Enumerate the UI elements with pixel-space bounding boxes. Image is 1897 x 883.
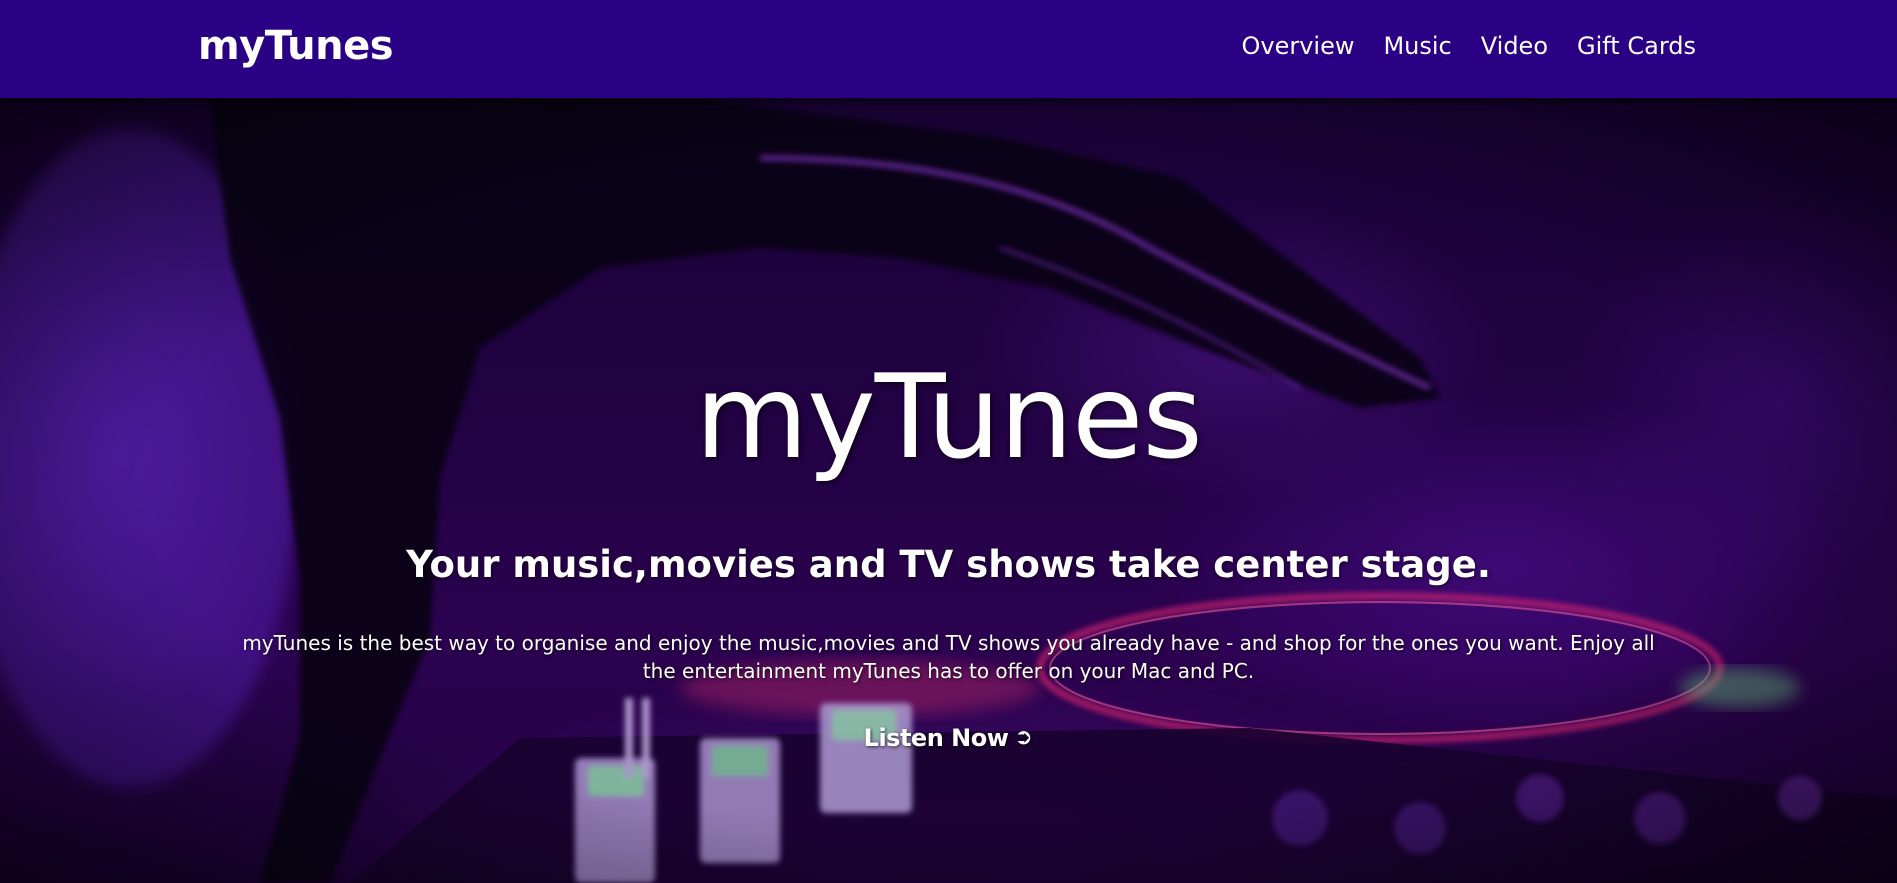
nav-link-video[interactable]: Video (1481, 30, 1548, 62)
hero-section: myTunes Your music,movies and TV shows t… (0, 98, 1897, 883)
hero-subtitle: Your music,movies and TV shows take cent… (406, 543, 1491, 586)
hero-title: myTunes (695, 350, 1203, 485)
main-nav: Overview Music Video Gift Cards (1241, 30, 1696, 62)
nav-link-overview[interactable]: Overview (1241, 30, 1354, 62)
listen-now-button[interactable]: Listen Now ➲ (848, 722, 1048, 754)
listen-now-label: Listen Now (863, 724, 1009, 752)
nav-link-music[interactable]: Music (1383, 30, 1451, 62)
top-navbar: myTunes Overview Music Video Gift Cards (0, 0, 1897, 98)
arrow-icon: ➲ (1014, 725, 1033, 750)
nav-link-gift-cards[interactable]: Gift Cards (1577, 30, 1696, 62)
hero-description: myTunes is the best way to organise and … (242, 631, 1655, 683)
hero-content: myTunes Your music,movies and TV shows t… (0, 98, 1897, 883)
brand-logo[interactable]: myTunes (198, 20, 394, 72)
